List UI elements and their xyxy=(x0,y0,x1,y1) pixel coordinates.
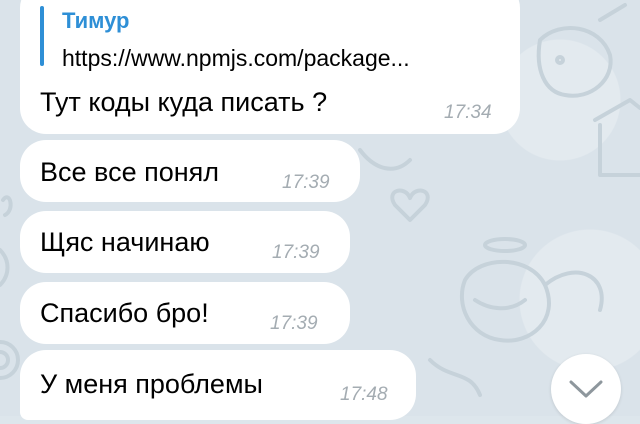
message-bubble[interactable]: Щяс начинаю 17:39 xyxy=(20,211,350,273)
message-time: 17:39 xyxy=(270,313,318,334)
reply-quote-bar xyxy=(40,6,44,66)
reply-author[interactable]: Тимур xyxy=(62,8,130,34)
message-time: 17:48 xyxy=(340,384,388,405)
message-text: У меня проблемы xyxy=(40,369,263,399)
message-time: 17:39 xyxy=(272,242,320,263)
message-bubble[interactable]: У меня проблемы 17:48 xyxy=(20,350,416,420)
message-text: Тут коды куда писать ? xyxy=(40,87,328,117)
message-bubble[interactable]: Спасибо бро! 17:39 xyxy=(20,282,350,344)
message-bubble-reply[interactable]: Тимур https://www.npmjs.com/package... Т… xyxy=(20,0,520,134)
message-text: Все все понял xyxy=(40,157,220,187)
scroll-to-bottom-button[interactable] xyxy=(551,354,621,424)
message-time: 17:39 xyxy=(282,172,330,193)
reply-quoted-text[interactable]: https://www.npmjs.com/package... xyxy=(62,44,512,72)
message-text: Щяс начинаю xyxy=(40,227,210,257)
message-bubble[interactable]: Все все понял 17:39 xyxy=(20,140,360,202)
chevron-down-icon xyxy=(569,380,603,398)
message-time: 17:34 xyxy=(444,102,492,123)
message-text: Спасибо бро! xyxy=(40,298,209,328)
